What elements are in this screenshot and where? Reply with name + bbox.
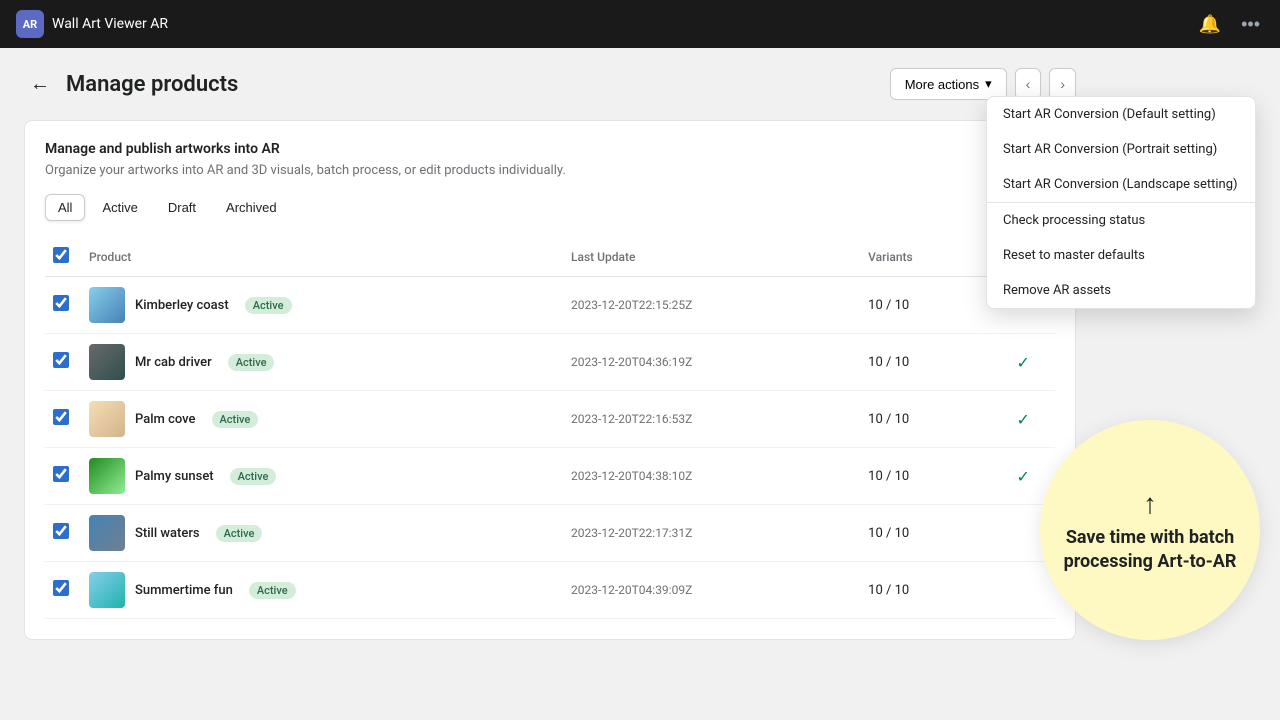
row-checkbox[interactable] [53,580,69,596]
check-cell: ✓ [991,391,1055,448]
check-mark-icon: ✓ [1016,410,1029,429]
dropdown-item-start-ar-landscape[interactable]: Start AR Conversion (Landscape setting) [987,167,1255,202]
page-title: Manage products [66,72,238,97]
status-badge: Active [245,297,292,314]
nav-right: 🔔 ••• [1195,10,1264,39]
row-checkbox-cell [45,448,81,505]
check-cell [991,562,1055,619]
select-all-header [45,237,81,277]
header-left: ← Manage products [24,71,238,98]
table-row: Kimberley coast Active 2023-12-20T22:15:… [45,277,1055,334]
product-name: Kimberley coast [135,298,229,313]
row-checkbox-cell [45,505,81,562]
last-update-cell: 2023-12-20T22:17:31Z [563,505,860,562]
page-header: ← Manage products More actions ▾ ‹ › [24,68,1076,100]
row-checkbox[interactable] [53,466,69,482]
dropdown-item-remove-ar[interactable]: Remove AR assets [987,273,1255,308]
product-cell: Kimberley coast Active [81,277,563,334]
tab-active[interactable]: Active [89,194,150,221]
card-description: Organize your artworks into AR and 3D vi… [45,163,1055,178]
product-thumbnail [89,515,125,551]
tooltip-text: Save time with batch processing Art-to-A… [1060,526,1240,573]
product-column-header: Product [81,237,563,277]
more-actions-button[interactable]: More actions ▾ [890,68,1007,100]
last-update-cell: 2023-12-20T04:39:09Z [563,562,860,619]
status-badge: Active [249,582,296,599]
variants-cell: 10 / 10 [860,448,991,505]
product-thumbnail [89,572,125,608]
status-badge: Active [230,468,277,485]
notification-icon[interactable]: 🔔 [1195,10,1225,39]
check-mark-icon: ✓ [1016,353,1029,372]
variants-column-header: Variants [860,237,991,277]
row-checkbox-cell [45,334,81,391]
status-badge: Active [216,525,263,542]
dropdown-item-check-processing[interactable]: Check processing status [987,203,1255,238]
select-all-checkbox[interactable] [53,247,69,263]
table-header-row: Product Last Update Variants [45,237,1055,277]
row-checkbox[interactable] [53,409,69,425]
table-row: Summertime fun Active 2023-12-20T04:39:0… [45,562,1055,619]
products-card: Manage and publish artworks into AR Orga… [24,120,1076,640]
variants-cell: 10 / 10 [860,391,991,448]
tooltip-bubble: ↑ Save time with batch processing Art-to… [1040,420,1260,640]
product-name: Palmy sunset [135,469,214,484]
product-cell: Still waters Active [81,505,563,562]
product-name: Mr cab driver [135,355,212,370]
table-row: Still waters Active 2023-12-20T22:17:31Z… [45,505,1055,562]
nav-left: AR Wall Art Viewer AR [16,10,168,38]
check-cell: ✓ [991,334,1055,391]
status-badge: Active [212,411,259,428]
variants-cell: 10 / 10 [860,562,991,619]
tooltip-arrow: ↑ [1143,487,1157,520]
product-name: Palm cove [135,412,196,427]
back-button[interactable]: ← [24,71,56,98]
tab-draft[interactable]: Draft [155,194,209,221]
product-cell: Mr cab driver Active [81,334,563,391]
last-update-cell: 2023-12-20T22:15:25Z [563,277,860,334]
filter-tabs: All Active Draft Archived [45,194,1055,221]
products-table: Product Last Update Variants Kimberley c… [45,237,1055,619]
check-mark-icon: ✓ [1016,467,1029,486]
card-title: Manage and publish artworks into AR [45,141,1055,157]
row-checkbox[interactable] [53,295,69,311]
variants-cell: 10 / 10 [860,277,991,334]
tab-all[interactable]: All [45,194,85,221]
app-name: Wall Art Viewer AR [52,16,168,32]
product-cell: Palm cove Active [81,391,563,448]
app-icon: AR [16,10,44,38]
dropdown-item-reset-master[interactable]: Reset to master defaults [987,238,1255,273]
row-checkbox-cell [45,391,81,448]
last-update-cell: 2023-12-20T04:36:19Z [563,334,860,391]
variants-cell: 10 / 10 [860,505,991,562]
dropdown-menu: Start AR Conversion (Default setting) St… [986,96,1256,309]
last-update-cell: 2023-12-20T22:16:53Z [563,391,860,448]
table-row: Palm cove Active 2023-12-20T22:16:53Z 10… [45,391,1055,448]
last-update-cell: 2023-12-20T04:38:10Z [563,448,860,505]
product-name: Still waters [135,526,200,541]
product-thumbnail [89,287,125,323]
row-checkbox-cell [45,277,81,334]
variants-cell: 10 / 10 [860,334,991,391]
product-thumbnail [89,458,125,494]
table-row: Palmy sunset Active 2023-12-20T04:38:10Z… [45,448,1055,505]
more-nav-icon[interactable]: ••• [1237,10,1264,39]
product-cell: Summertime fun Active [81,562,563,619]
product-thumbnail [89,344,125,380]
tab-archived[interactable]: Archived [213,194,290,221]
dropdown-item-start-ar-portrait[interactable]: Start AR Conversion (Portrait setting) [987,132,1255,167]
dropdown-item-start-ar-default[interactable]: Start AR Conversion (Default setting) [987,97,1255,132]
product-thumbnail [89,401,125,437]
row-checkbox[interactable] [53,352,69,368]
main-content: ← Manage products More actions ▾ ‹ › Man… [0,48,1100,660]
status-badge: Active [228,354,275,371]
product-name: Summertime fun [135,583,233,598]
top-nav: AR Wall Art Viewer AR 🔔 ••• [0,0,1280,48]
row-checkbox[interactable] [53,523,69,539]
row-checkbox-cell [45,562,81,619]
lastupdate-column-header: Last Update [563,237,860,277]
product-cell: Palmy sunset Active [81,448,563,505]
table-row: Mr cab driver Active 2023-12-20T04:36:19… [45,334,1055,391]
